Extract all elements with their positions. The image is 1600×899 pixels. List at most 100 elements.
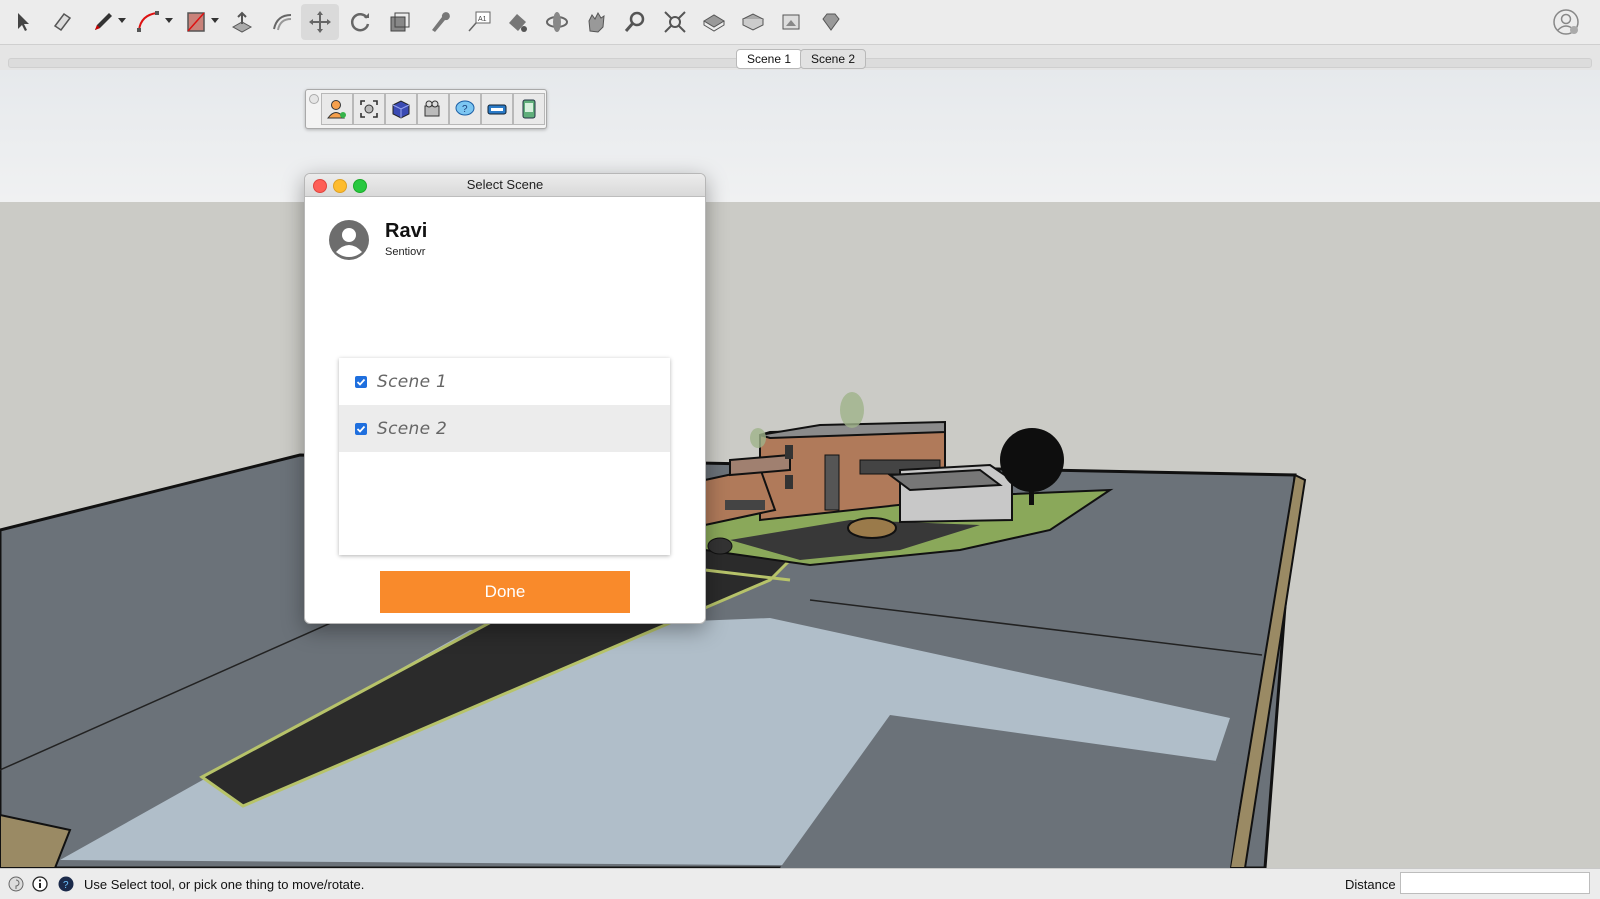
house-window bbox=[725, 500, 765, 510]
scale-icon bbox=[390, 12, 410, 32]
arc-dropdown-icon[interactable] bbox=[165, 18, 173, 23]
maximize-window-button[interactable] bbox=[353, 179, 367, 193]
orbit-icon bbox=[546, 12, 568, 32]
tree-trunk bbox=[1029, 480, 1034, 505]
shape-dropdown-icon[interactable] bbox=[211, 18, 219, 23]
distance-label: Distance bbox=[1345, 877, 1396, 892]
scene-1-label: Scene 1 bbox=[377, 371, 448, 392]
plugin-focus-button[interactable] bbox=[353, 93, 385, 125]
tape-measure-tool-button[interactable] bbox=[420, 4, 458, 40]
rotate-icon bbox=[350, 13, 370, 32]
help-icon[interactable]: ? bbox=[58, 876, 74, 892]
warehouse-icon bbox=[703, 14, 725, 32]
tape-icon bbox=[432, 12, 450, 32]
phone-icon bbox=[522, 99, 536, 119]
text-tool-button[interactable]: A1 bbox=[460, 4, 498, 40]
user-name: Ravi bbox=[385, 220, 428, 242]
geo-location-icon[interactable] bbox=[8, 876, 24, 892]
layout-tool-button[interactable] bbox=[773, 4, 811, 40]
plugin-camera-button[interactable] bbox=[417, 93, 449, 125]
svg-text:?: ? bbox=[462, 104, 468, 115]
plugin-toolbar: ? bbox=[305, 89, 547, 129]
extension-manager-tool-button[interactable] bbox=[812, 4, 850, 40]
zoom-extents-tool-button[interactable] bbox=[656, 4, 694, 40]
select-tool-button[interactable] bbox=[4, 4, 42, 40]
magnifier-icon bbox=[624, 11, 645, 32]
house-window bbox=[785, 445, 793, 459]
plugin-vr-button[interactable] bbox=[481, 93, 513, 125]
rotate-tool-button[interactable] bbox=[341, 4, 379, 40]
plugin-phone-button[interactable] bbox=[513, 93, 545, 125]
shrub bbox=[750, 428, 766, 448]
pan-tool-button[interactable] bbox=[577, 4, 615, 40]
warehouse-tool-button[interactable] bbox=[695, 4, 733, 40]
rectangle-tool-button[interactable] bbox=[177, 4, 215, 40]
checkmark-icon bbox=[356, 378, 366, 386]
model-viewport[interactable] bbox=[0, 70, 1600, 868]
ruby-icon bbox=[822, 13, 840, 31]
move-icon bbox=[309, 11, 331, 33]
dialog-titlebar[interactable]: Select Scene bbox=[305, 174, 705, 197]
arrow-icon bbox=[18, 13, 29, 31]
scene-list: Scene 1 Scene 2 bbox=[339, 358, 670, 555]
zoom-extents-icon bbox=[664, 11, 686, 33]
user-icon bbox=[327, 100, 346, 119]
arc-tool-button[interactable] bbox=[129, 4, 167, 40]
move-tool-button[interactable] bbox=[301, 4, 339, 40]
offset-icon bbox=[273, 14, 292, 31]
avatar-icon bbox=[329, 220, 369, 260]
tree bbox=[840, 392, 864, 428]
scene-1-checkbox[interactable] bbox=[355, 375, 367, 388]
orbit-tool-button[interactable] bbox=[538, 4, 576, 40]
line-tool-button[interactable] bbox=[84, 4, 122, 40]
toolbar-grip[interactable] bbox=[309, 94, 319, 104]
user-organization: Sentiovr bbox=[385, 246, 426, 258]
camera-icon bbox=[424, 100, 440, 117]
scene-tab-bar: Scene 1 Scene 2 bbox=[0, 45, 1600, 70]
model-scene bbox=[0, 70, 1600, 868]
scene-tab-2[interactable]: Scene 2 bbox=[800, 49, 867, 69]
status-message: Use Select tool, or pick one thing to mo… bbox=[84, 877, 365, 892]
car bbox=[707, 537, 733, 555]
hand-icon bbox=[588, 11, 605, 33]
paint-bucket-icon bbox=[509, 14, 527, 32]
extension-warehouse-icon bbox=[741, 13, 765, 31]
svg-text:?: ? bbox=[63, 880, 69, 891]
line-dropdown-icon[interactable] bbox=[118, 18, 126, 23]
account-icon[interactable] bbox=[1552, 8, 1580, 36]
scale-tool-button[interactable] bbox=[381, 4, 419, 40]
rectangle-icon bbox=[187, 12, 205, 32]
pencil-icon bbox=[95, 13, 112, 30]
scene-2-checkbox[interactable] bbox=[355, 422, 367, 435]
minimize-window-button[interactable] bbox=[333, 179, 347, 193]
scene-list-item[interactable]: Scene 1 bbox=[339, 358, 670, 405]
zoom-tool-button[interactable] bbox=[616, 4, 654, 40]
layout-icon bbox=[782, 14, 800, 30]
scene-tab-1[interactable]: Scene 1 bbox=[736, 49, 803, 69]
done-button[interactable]: Done bbox=[380, 571, 630, 613]
plugin-cube-button[interactable] bbox=[385, 93, 417, 125]
house-window bbox=[785, 475, 793, 489]
push-pull-icon bbox=[231, 11, 253, 33]
main-toolbar: A1 bbox=[0, 0, 1600, 45]
car bbox=[847, 517, 897, 539]
extension-warehouse-tool-button[interactable] bbox=[734, 4, 772, 40]
text-icon: A1 bbox=[468, 11, 491, 32]
scene-list-item[interactable]: Scene 2 bbox=[339, 405, 670, 452]
cube-icon bbox=[392, 100, 410, 119]
push-pull-tool-button[interactable] bbox=[223, 4, 261, 40]
info-icon[interactable] bbox=[32, 876, 48, 892]
distance-field[interactable] bbox=[1400, 872, 1590, 894]
close-window-button[interactable] bbox=[313, 179, 327, 193]
scene-2-label: Scene 2 bbox=[377, 418, 448, 439]
select-scene-dialog: Select Scene Ravi Sentiovr Scene 1 Scene… bbox=[304, 173, 706, 624]
paint-bucket-tool-button[interactable] bbox=[498, 4, 536, 40]
sky-background bbox=[0, 70, 1600, 202]
svg-text:A1: A1 bbox=[478, 16, 487, 23]
plugin-user-button[interactable] bbox=[321, 93, 353, 125]
plugin-help-button[interactable]: ? bbox=[449, 93, 481, 125]
eraser-tool-button[interactable] bbox=[43, 4, 81, 40]
offset-tool-button[interactable] bbox=[263, 4, 301, 40]
checkmark-icon bbox=[356, 425, 366, 433]
arc-icon bbox=[137, 11, 159, 32]
